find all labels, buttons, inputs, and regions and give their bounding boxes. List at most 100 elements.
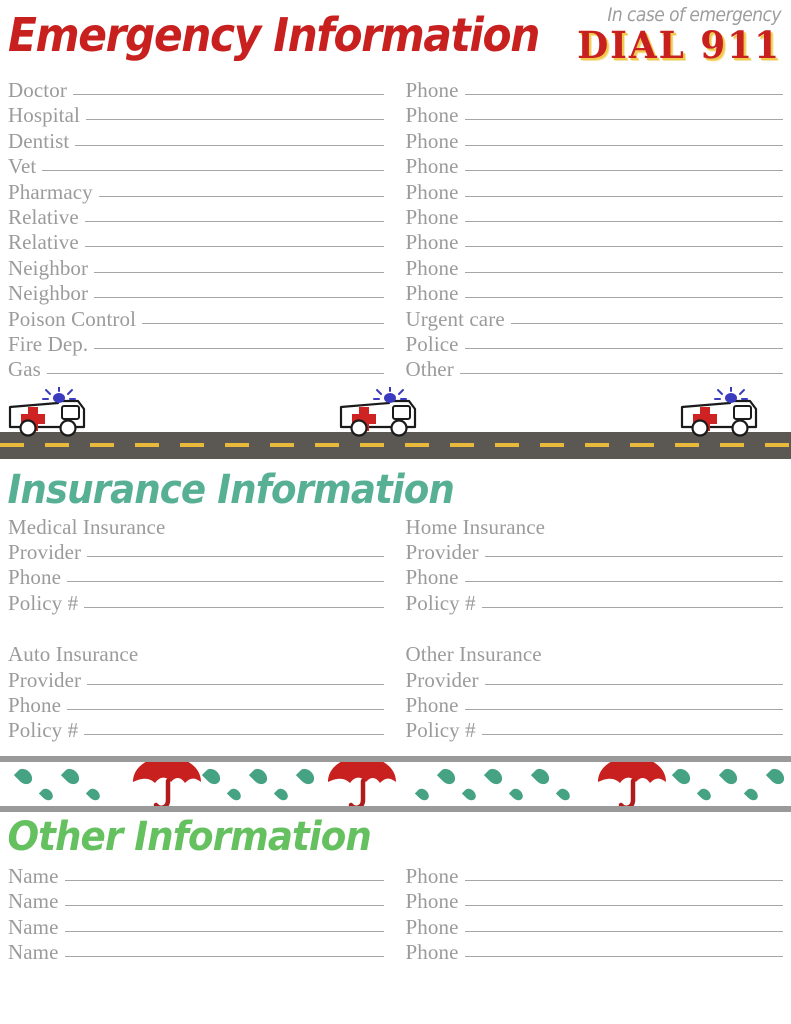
write-in-line[interactable]: [75, 144, 384, 146]
field-label: Relative: [8, 230, 79, 255]
emergency-phone-row: Phone: [405, 128, 783, 154]
field-label: Name: [8, 939, 59, 964]
write-in-line[interactable]: [464, 347, 783, 349]
write-in-line[interactable]: [87, 556, 384, 558]
write-in-line[interactable]: [72, 94, 384, 95]
insurance-block-medical: Medical Insurance Provider Phone Policy #: [8, 513, 396, 617]
write-in-line[interactable]: [464, 195, 783, 197]
raindrop-icon: [85, 786, 103, 803]
write-in-line[interactable]: [464, 905, 783, 907]
write-in-line[interactable]: [64, 905, 384, 907]
write-in-line[interactable]: [84, 734, 384, 736]
write-in-line[interactable]: [464, 271, 783, 273]
write-in-line[interactable]: [64, 930, 384, 932]
emergency-phone-row: Phone: [405, 204, 783, 230]
write-in-line[interactable]: [94, 347, 384, 349]
umbrella-icon: [595, 761, 669, 806]
write-in-line[interactable]: [464, 220, 783, 222]
emergency-phone-row: Phone: [405, 154, 783, 179]
field-label: Phone: [405, 204, 459, 229]
insurance-field-row: Policy #: [406, 591, 783, 616]
write-in-line[interactable]: [98, 195, 384, 197]
insurance-field-row: Policy #: [405, 718, 783, 743]
write-in-line[interactable]: [464, 144, 783, 146]
ambulance-icon: [678, 385, 774, 439]
write-in-line[interactable]: [481, 734, 783, 736]
write-in-line[interactable]: [481, 606, 783, 608]
raindrop-icon: [226, 786, 244, 803]
write-in-line[interactable]: [94, 271, 384, 273]
write-in-line[interactable]: [510, 322, 783, 324]
other-phone-row: Phone: [405, 863, 783, 889]
other-information-section: Name Name Name Name Phone Phone Phone Phone: [0, 860, 791, 966]
write-in-line[interactable]: [464, 170, 783, 172]
field-label: Policy #: [405, 718, 476, 743]
write-in-line[interactable]: [464, 581, 783, 583]
write-in-line[interactable]: [46, 373, 384, 375]
emergency-phone-row: Phone: [406, 256, 783, 281]
write-in-line[interactable]: [67, 709, 384, 711]
write-in-line[interactable]: [84, 606, 384, 608]
other-name-row: Name: [8, 915, 384, 940]
field-label: Vet: [8, 154, 37, 179]
write-in-line[interactable]: [64, 955, 384, 957]
write-in-line[interactable]: [84, 220, 384, 222]
raindrop-icon: [60, 765, 83, 787]
raindrop-icon: [508, 786, 526, 803]
umbrella-rain-divider: [0, 753, 791, 814]
raindrop-icon: [201, 765, 224, 787]
write-in-line[interactable]: [464, 955, 783, 957]
field-label: Gas: [8, 357, 41, 382]
insurance-field-row: Phone: [8, 693, 384, 718]
write-in-line[interactable]: [85, 119, 384, 121]
write-in-line[interactable]: [464, 709, 783, 711]
field-label: Provider: [8, 540, 82, 565]
write-in-line[interactable]: [464, 930, 783, 932]
raindrop-icon: [436, 765, 459, 787]
field-label: Provider: [405, 667, 479, 692]
write-in-line[interactable]: [464, 246, 783, 248]
write-in-line[interactable]: [464, 119, 783, 121]
write-in-line[interactable]: [459, 373, 783, 375]
raindrop-icon: [530, 765, 553, 787]
write-in-line[interactable]: [42, 170, 384, 172]
emergency-right-column: Phone Phone Phone Phone Phone Phone Phone Phone…: [396, 78, 783, 383]
field-label: Doctor: [8, 78, 67, 102]
emergency-contact-row: Pharmacy: [8, 180, 384, 205]
other-name-row: Name: [8, 889, 384, 914]
insurance-row-1: Medical Insurance Provider Phone Policy # H…: [0, 513, 791, 617]
write-in-line[interactable]: [142, 322, 384, 324]
raindrop-icon: [13, 765, 36, 787]
emergency-phone-row: Police: [406, 332, 783, 357]
write-in-line[interactable]: [87, 683, 384, 685]
raindrop-icon: [273, 786, 291, 803]
write-in-line[interactable]: [464, 94, 783, 95]
insurance-field-row: Policy #: [8, 718, 384, 743]
field-label: Provider: [405, 540, 479, 565]
write-in-line[interactable]: [94, 297, 384, 299]
field-label: Phone: [405, 154, 459, 179]
write-in-line[interactable]: [464, 297, 783, 299]
field-label: Relative: [8, 204, 79, 229]
write-in-line[interactable]: [464, 879, 783, 881]
write-in-line[interactable]: [64, 879, 384, 881]
field-label: Neighbor: [8, 281, 89, 306]
emergency-contact-row: Relative: [8, 230, 384, 255]
field-label: Phone: [405, 179, 459, 204]
write-in-line[interactable]: [84, 246, 384, 248]
divider-rule-bottom: [0, 805, 791, 812]
field-label: Phone: [405, 128, 459, 153]
field-label: Phone: [405, 863, 459, 888]
write-in-line[interactable]: [484, 556, 783, 558]
write-in-line[interactable]: [484, 683, 783, 685]
umbrella-icon: [325, 761, 399, 806]
write-in-line[interactable]: [67, 581, 384, 583]
emergency-contact-row: Gas: [8, 357, 384, 382]
field-label: Urgent care: [405, 306, 505, 331]
insurance-block-title: Medical Insurance: [8, 514, 166, 539]
insurance-field-row: Phone: [406, 693, 783, 718]
field-label: Provider: [8, 667, 82, 692]
insurance-block-title-row: Auto Insurance: [8, 642, 384, 667]
field-label: Hospital: [8, 103, 80, 128]
insurance-block-title-row: Medical Insurance: [8, 515, 384, 540]
